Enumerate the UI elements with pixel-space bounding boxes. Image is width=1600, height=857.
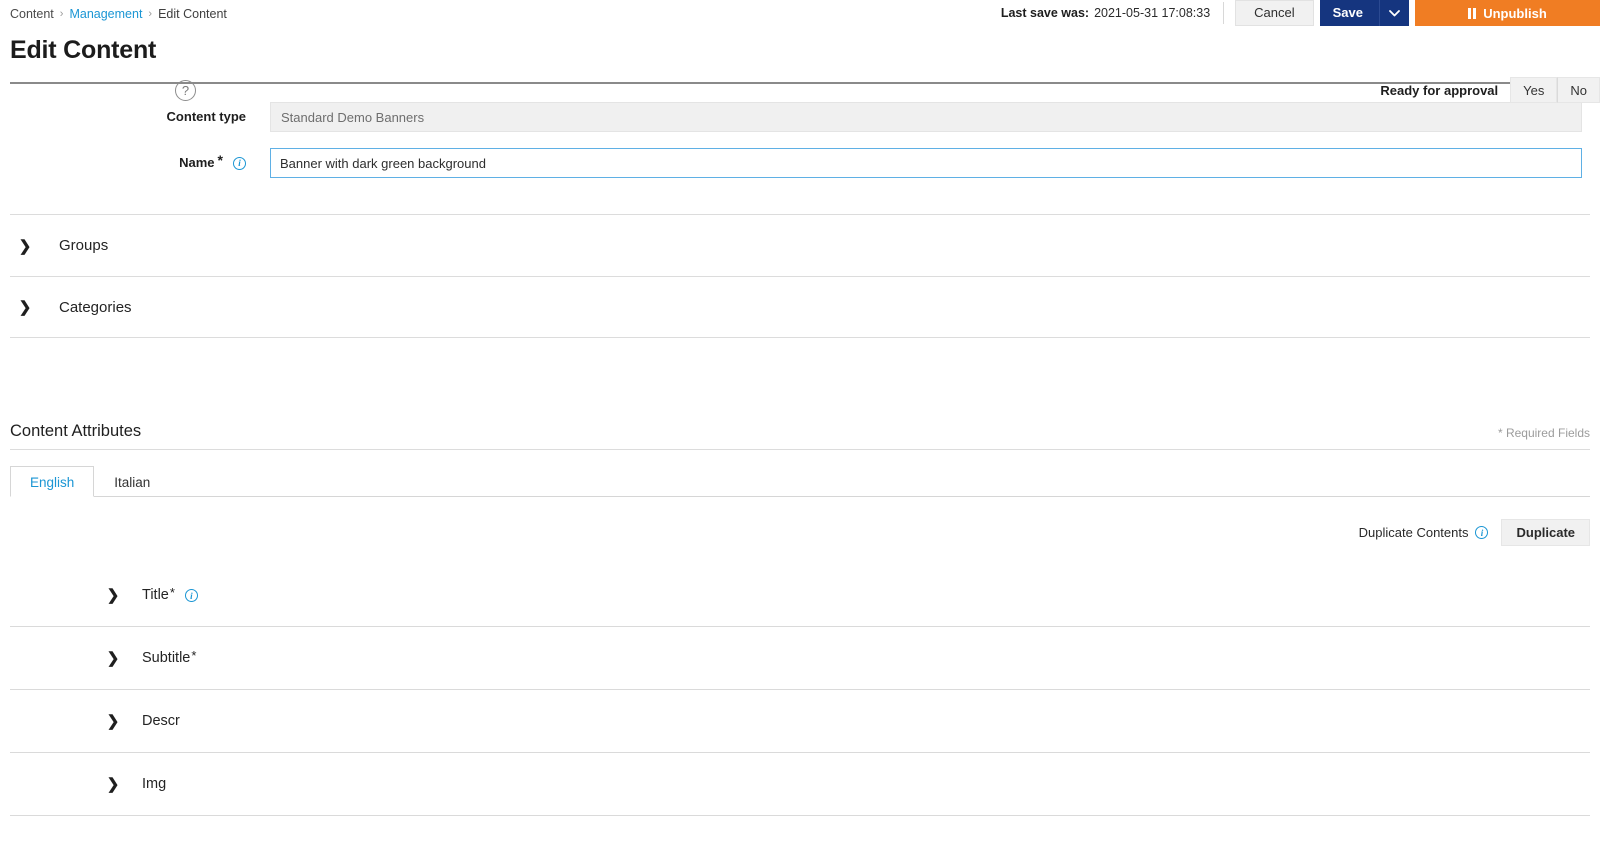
page-header: Edit Content ? Ready for approval Yes No (0, 30, 1600, 103)
attribute-descr-text: Descr (142, 713, 180, 729)
content-attributes-header: Content Attributes * Required Fields (10, 422, 1590, 450)
last-save-timestamp: 2021-05-31 17:08:33 (1094, 6, 1211, 20)
content-type-label-text: Content type (166, 109, 246, 124)
attribute-label-subtitle: Subtitle * (142, 648, 197, 666)
required-asterisk: * (169, 585, 175, 600)
question-mark-icon[interactable]: ? (175, 80, 196, 101)
duplicate-contents-label: Duplicate Contents (1358, 525, 1469, 540)
chevron-right-icon[interactable]: ❯ (10, 298, 40, 316)
duplicate-button[interactable]: Duplicate (1501, 519, 1590, 546)
attribute-list: ❯ Title * i ❯ Subtitle * ❯ Descr ❯ Img (10, 564, 1590, 816)
approval-yes-button[interactable]: Yes (1510, 77, 1558, 103)
name-row: Name * i (0, 148, 1600, 178)
cancel-button[interactable]: Cancel (1235, 0, 1314, 26)
content-type-label: Content type (0, 102, 246, 132)
tab-italian[interactable]: Italian (94, 466, 170, 497)
section-groups-label: Groups (59, 237, 109, 254)
pause-icon (1468, 7, 1477, 19)
info-icon[interactable]: i (184, 589, 198, 602)
breadcrumb-item-content[interactable]: Content (10, 7, 54, 21)
chevron-right-icon[interactable]: ❯ (100, 649, 126, 667)
content-type-field-wrap (246, 102, 1600, 132)
attribute-label-title: Title * i (142, 585, 198, 603)
breadcrumb-item-edit-content: Edit Content (158, 7, 227, 21)
duplicate-contents-row: Duplicate Contents i Duplicate (10, 519, 1590, 546)
unpublish-button-label: Unpublish (1483, 5, 1547, 21)
chevron-right-icon[interactable]: ❯ (10, 237, 40, 255)
name-input[interactable] (270, 148, 1582, 178)
chevron-right-icon[interactable]: ❯ (100, 586, 126, 604)
attribute-label-img: Img (142, 776, 166, 792)
chevron-right-icon[interactable]: ❯ (100, 775, 126, 793)
attribute-subtitle-text: Subtitle (142, 650, 191, 666)
attribute-title-text: Title (142, 587, 169, 603)
section-categories[interactable]: ❯ Categories (10, 276, 1590, 338)
breadcrumb: Content › Management › Edit Content (10, 7, 227, 21)
approval-no-button[interactable]: No (1557, 77, 1600, 103)
collapsible-sections: ❯ Groups ❯ Categories (0, 214, 1600, 338)
name-label: Name * i (0, 148, 246, 178)
breadcrumb-separator-icon: › (59, 8, 64, 20)
attribute-row-img[interactable]: ❯ Img (10, 753, 1590, 816)
info-icon[interactable]: i (1475, 526, 1489, 539)
ready-for-approval-group: Ready for approval Yes No (1380, 77, 1600, 103)
top-bar: Content › Management › Edit Content Last… (0, 0, 1600, 30)
info-icon[interactable]: i (233, 156, 246, 170)
required-fields-note: * Required Fields (1497, 426, 1590, 440)
topbar-actions: Last save was: 2021-05-31 17:08:33 Cance… (1001, 0, 1600, 26)
name-label-text: Name (179, 155, 215, 170)
content-type-row: Content type (0, 102, 1600, 132)
attribute-row-subtitle[interactable]: ❯ Subtitle * (10, 627, 1590, 690)
help-icon-wrap: ? (175, 80, 196, 101)
language-tabs: English Italian (10, 465, 1590, 497)
chevron-right-icon[interactable]: ❯ (100, 712, 126, 730)
name-field-wrap (246, 148, 1600, 178)
page-title: Edit Content (10, 36, 157, 64)
attribute-row-title[interactable]: ❯ Title * i (10, 564, 1590, 627)
required-asterisk: * (217, 152, 223, 168)
save-button[interactable]: Save (1319, 0, 1409, 26)
last-save-status: Last save was: 2021-05-31 17:08:33 (1000, 2, 1225, 24)
ready-for-approval-label: Ready for approval (1380, 82, 1499, 98)
save-button-label: Save (1332, 5, 1363, 20)
attribute-img-text: Img (142, 776, 167, 792)
tab-english[interactable]: English (10, 466, 95, 497)
required-asterisk: * (191, 648, 197, 663)
unpublish-button[interactable]: Unpublish (1415, 0, 1600, 26)
content-form: Content type Name * i (0, 84, 1600, 178)
breadcrumb-item-management[interactable]: Management (69, 7, 142, 21)
attribute-row-descr[interactable]: ❯ Descr (10, 690, 1590, 753)
last-save-label: Last save was: (1000, 6, 1090, 20)
section-groups[interactable]: ❯ Groups (10, 214, 1590, 276)
content-attributes-title: Content Attributes (10, 422, 142, 440)
section-categories-label: Categories (59, 298, 132, 316)
chevron-down-icon[interactable] (1379, 0, 1409, 26)
content-type-input (270, 102, 1582, 132)
breadcrumb-separator-icon: › (148, 8, 153, 20)
attribute-label-descr: Descr (142, 713, 180, 729)
